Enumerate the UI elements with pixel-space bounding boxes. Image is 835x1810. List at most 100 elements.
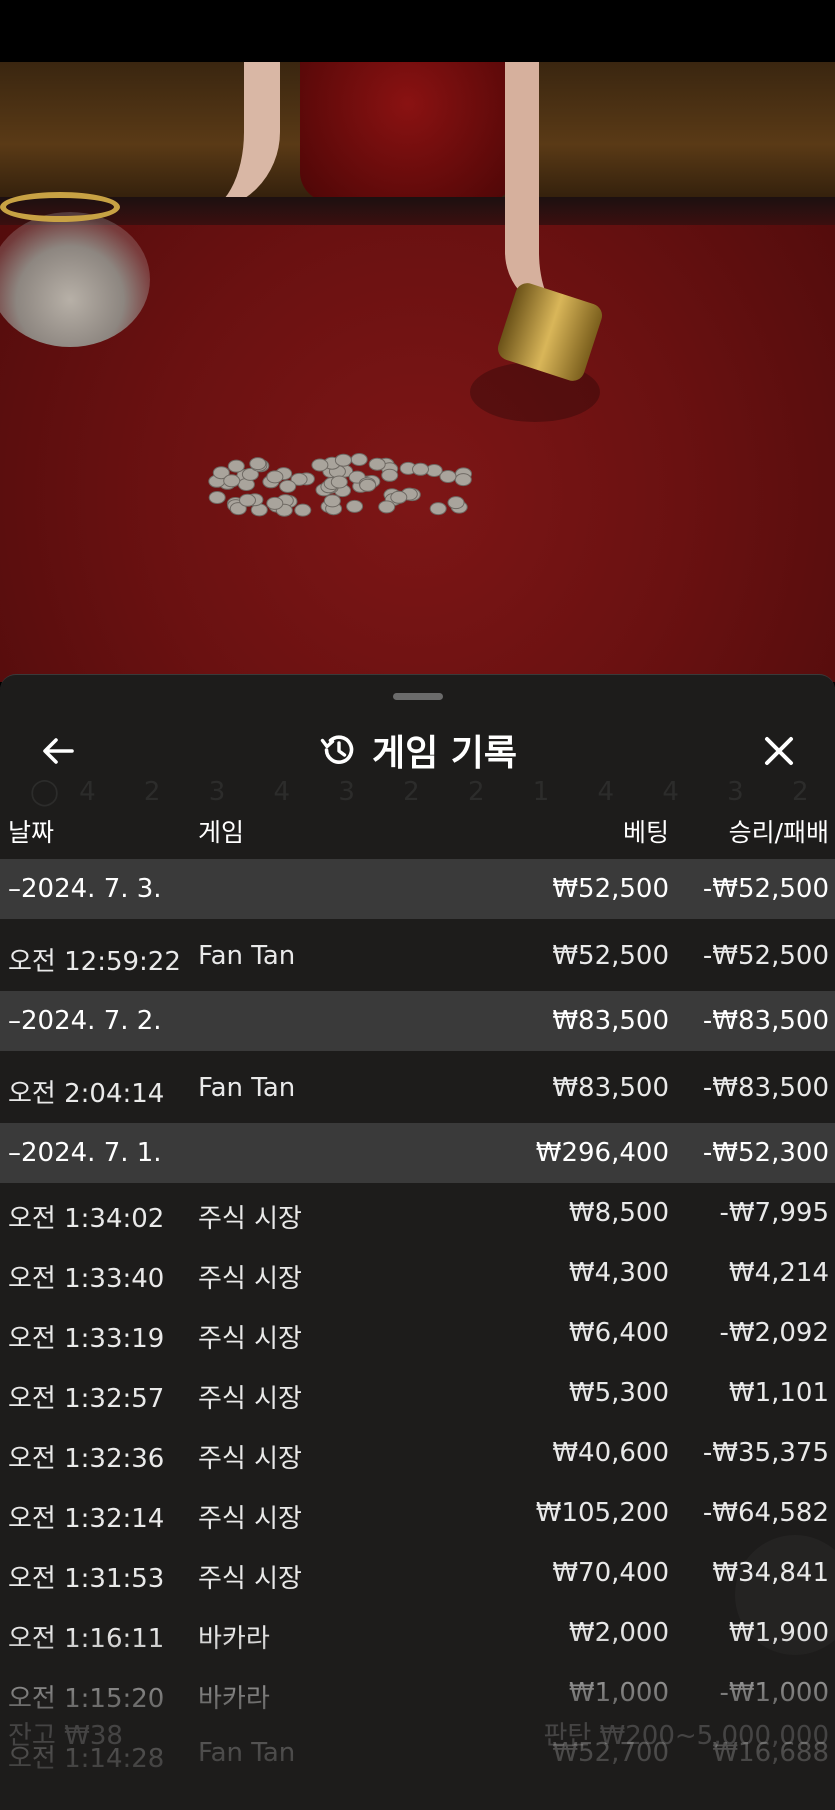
row-game: Fan Tan <box>198 1073 296 1103</box>
row-bet: ₩5,300 <box>568 1378 669 1408</box>
group-bet: ₩52,500 <box>552 874 669 904</box>
date-group-row[interactable]: –2024. 7. 2. ₩83,500 -₩83,500 <box>0 991 835 1051</box>
bead <box>359 478 377 492</box>
row-game: 바카라 <box>198 1624 270 1654</box>
group-date: –2024. 7. 3. <box>8 874 162 904</box>
bead <box>454 473 472 487</box>
bead <box>334 453 352 467</box>
row-bet: ₩2,000 <box>568 1618 669 1648</box>
bead <box>447 496 465 510</box>
title-group: 게임 기록 <box>0 715 835 785</box>
bead <box>350 453 368 466</box>
row-bet: ₩1,000 <box>568 1678 669 1708</box>
table-row[interactable]: 오전 12:59:22 Fan Tan ₩52,500 -₩52,500 <box>0 919 835 991</box>
balance-text: 잔고 ₩38 <box>8 1721 123 1751</box>
column-game: 게임 <box>198 818 245 847</box>
bead <box>412 462 429 476</box>
background-info-bar: 잔고 ₩38 판탄 ₩200~5,000,000 <box>0 1715 835 1751</box>
row-bet: ₩8,500 <box>568 1198 669 1228</box>
row-time: 오전 1:15:20 <box>8 1684 165 1714</box>
bet-limit-text: 판탄 ₩200~5,000,000 <box>543 1721 829 1751</box>
bead <box>330 475 348 489</box>
row-bet: ₩6,400 <box>568 1318 669 1348</box>
row-game: 주식 시장 <box>198 1204 302 1234</box>
drag-handle[interactable] <box>393 693 443 700</box>
row-time: 오전 2:04:14 <box>8 1079 165 1109</box>
row-bet: ₩4,300 <box>568 1258 669 1288</box>
group-date: –2024. 7. 1. <box>8 1138 162 1168</box>
bead <box>266 496 284 510</box>
table-row[interactable]: 오전 2:04:14 Fan Tan ₩83,500 -₩83,500 <box>0 1051 835 1123</box>
bead <box>368 457 386 471</box>
row-time: 오전 1:31:53 <box>8 1564 165 1594</box>
table-row[interactable]: 오전 1:34:02 주식 시장 ₩8,500 -₩7,995 <box>0 1183 835 1243</box>
dealer <box>300 62 515 202</box>
group-bet: ₩83,500 <box>552 1006 669 1036</box>
row-result: -₩2,092 <box>719 1318 829 1348</box>
bead <box>390 490 408 504</box>
bead <box>294 503 312 517</box>
bead <box>439 470 457 483</box>
bead <box>323 494 341 508</box>
row-bet: ₩40,600 <box>552 1438 669 1468</box>
bead <box>381 468 399 482</box>
dealer-arm-right <box>505 62 595 312</box>
table-row[interactable]: 오전 1:33:40 주식 시장 ₩4,300 ₩4,214 <box>0 1243 835 1303</box>
table-row[interactable]: 오전 1:15:20 바카라 ₩1,000 -₩1,000 <box>0 1663 835 1723</box>
table-edge <box>0 197 835 225</box>
bead <box>279 479 297 493</box>
column-win-loss: 승리/패배 <box>728 818 829 847</box>
column-date: 날짜 <box>8 818 55 847</box>
bead <box>227 459 245 473</box>
table-row[interactable]: 오전 1:33:19 주식 시장 ₩6,400 -₩2,092 <box>0 1303 835 1363</box>
close-button[interactable] <box>751 723 807 779</box>
row-result: -₩35,375 <box>702 1438 829 1468</box>
bead <box>311 458 329 472</box>
history-icon <box>320 735 354 764</box>
row-result: -₩64,582 <box>702 1498 829 1528</box>
row-game: 주식 시장 <box>198 1384 302 1414</box>
row-game: 주식 시장 <box>198 1444 302 1474</box>
row-game: 주식 시장 <box>198 1324 302 1354</box>
row-time: 오전 1:34:02 <box>8 1204 165 1234</box>
table-row[interactable]: 오전 1:32:57 주식 시장 ₩5,300 ₩1,101 <box>0 1363 835 1423</box>
row-bet: ₩83,500 <box>552 1073 669 1103</box>
row-game: 주식 시장 <box>198 1264 302 1294</box>
live-video <box>0 62 835 682</box>
bead <box>249 457 267 471</box>
row-time: 오전 1:33:40 <box>8 1264 165 1294</box>
group-result: -₩52,500 <box>702 874 829 904</box>
date-group-row[interactable]: –2024. 7. 3. ₩52,500 -₩52,500 <box>0 859 835 919</box>
bead <box>223 474 241 488</box>
row-game: 주식 시장 <box>198 1564 302 1594</box>
row-result: -₩83,500 <box>702 1073 829 1103</box>
row-time: 오전 12:59:22 <box>8 947 181 977</box>
bead <box>266 470 284 484</box>
bead <box>239 493 256 507</box>
row-result: ₩1,101 <box>728 1378 829 1408</box>
row-time: 오전 1:33:19 <box>8 1324 165 1354</box>
game-history-sheet: ◯4 2 3 4 3 2 2 1 4 4 3 2 게임 기록 날짜 게임 베팅 … <box>0 674 835 1810</box>
group-result: -₩83,500 <box>702 1006 829 1036</box>
page-title: 게임 기록 <box>371 733 517 774</box>
bead <box>208 491 226 504</box>
table-row[interactable]: 오전 1:32:14 주식 시장 ₩105,200 -₩64,582 <box>0 1483 835 1543</box>
date-group-row[interactable]: –2024. 7. 1. ₩296,400 -₩52,300 <box>0 1123 835 1183</box>
bead <box>378 500 396 514</box>
column-bet: 베팅 <box>622 818 669 847</box>
table-row[interactable]: 오전 1:32:36 주식 시장 ₩40,600 -₩35,375 <box>0 1423 835 1483</box>
row-game: 주식 시장 <box>198 1504 302 1534</box>
row-time: 오전 1:16:11 <box>8 1624 165 1654</box>
group-result: -₩52,300 <box>702 1138 829 1168</box>
row-time: 오전 1:32:14 <box>8 1504 165 1534</box>
row-result: -₩1,000 <box>719 1678 829 1708</box>
row-bet: ₩70,400 <box>552 1558 669 1588</box>
table-header: 날짜 게임 베팅 승리/패배 <box>0 799 835 853</box>
row-bet: ₩105,200 <box>535 1498 669 1528</box>
table-row[interactable]: 오전 1:16:11 바카라 ₩2,000 ₩1,900 <box>0 1603 835 1663</box>
bead <box>346 499 364 513</box>
row-result: ₩4,214 <box>728 1258 829 1288</box>
history-table: –2024. 7. 3. ₩52,500 -₩52,500 오전 12:59:2… <box>0 859 835 1783</box>
table-row[interactable]: 오전 1:31:53 주식 시장 ₩70,400 ₩34,841 <box>0 1543 835 1603</box>
close-icon <box>765 737 793 765</box>
